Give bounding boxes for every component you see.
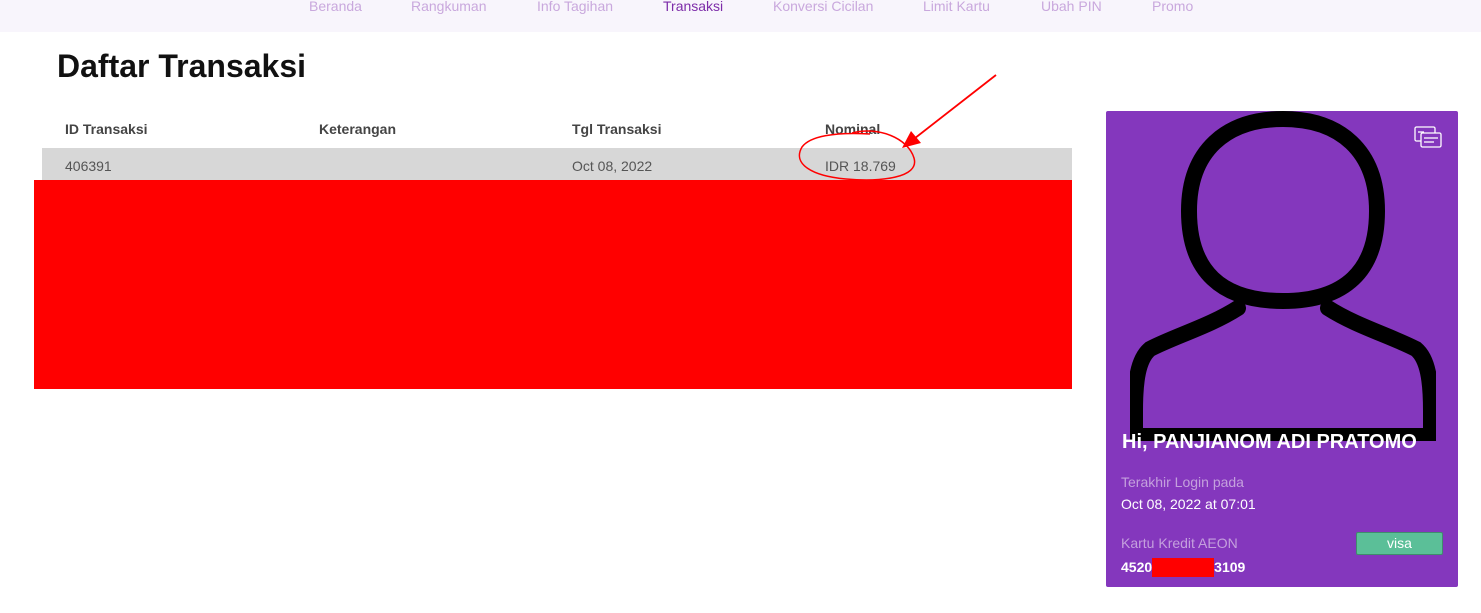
nav-item-beranda[interactable]: Beranda <box>309 0 362 14</box>
header-nominal: Nominal <box>825 121 881 137</box>
nav-item-ubah-pin[interactable]: Ubah PIN <box>1041 0 1102 14</box>
card-number-redaction <box>1152 558 1215 577</box>
card-number-start: 4520 <box>1121 559 1153 575</box>
card-number: 4520 3109 <box>1121 558 1246 577</box>
card-type-label: Kartu Kredit AEON <box>1121 535 1238 551</box>
transaction-table: ID Transaksi Keterangan Tgl Transaksi No… <box>42 112 1072 180</box>
last-login-label: Terakhir Login pada <box>1121 474 1244 490</box>
redaction-block <box>34 180 1072 389</box>
cell-amount: IDR 18.769 <box>825 158 896 174</box>
top-navigation: Beranda Rangkuman Info Tagihan Transaksi… <box>0 0 1481 32</box>
nav-item-konversi-cicilan[interactable]: Konversi Cicilan <box>773 0 873 14</box>
table-row[interactable]: 406391 Oct 08, 2022 IDR 18.769 <box>42 148 1072 180</box>
last-login-value: Oct 08, 2022 at 07:01 <box>1121 496 1256 512</box>
visa-button[interactable]: visa <box>1356 532 1443 555</box>
cell-date: Oct 08, 2022 <box>572 158 653 174</box>
user-avatar-icon <box>1130 111 1436 441</box>
credit-card-icon[interactable] <box>1414 126 1442 148</box>
header-id-transaksi: ID Transaksi <box>65 121 148 137</box>
header-keterangan: Keterangan <box>319 121 397 137</box>
profile-card: Hi, PANJIANOM ADI PRATOMO Terakhir Login… <box>1106 111 1458 587</box>
nav-item-promo[interactable]: Promo <box>1152 0 1193 14</box>
cell-transaction-id: 406391 <box>65 158 112 174</box>
card-number-end: 3109 <box>1214 559 1246 575</box>
header-tgl-transaksi: Tgl Transaksi <box>572 121 662 137</box>
nav-item-limit-kartu[interactable]: Limit Kartu <box>923 0 990 14</box>
greeting-name: Hi, PANJIANOM ADI PRATOMO <box>1122 431 1417 453</box>
nav-item-rangkuman[interactable]: Rangkuman <box>411 0 487 14</box>
page-title: Daftar Transaksi <box>57 48 307 84</box>
nav-item-info-tagihan[interactable]: Info Tagihan <box>537 0 613 14</box>
table-header: ID Transaksi Keterangan Tgl Transaksi No… <box>42 112 1072 148</box>
nav-item-transaksi[interactable]: Transaksi <box>663 0 723 14</box>
